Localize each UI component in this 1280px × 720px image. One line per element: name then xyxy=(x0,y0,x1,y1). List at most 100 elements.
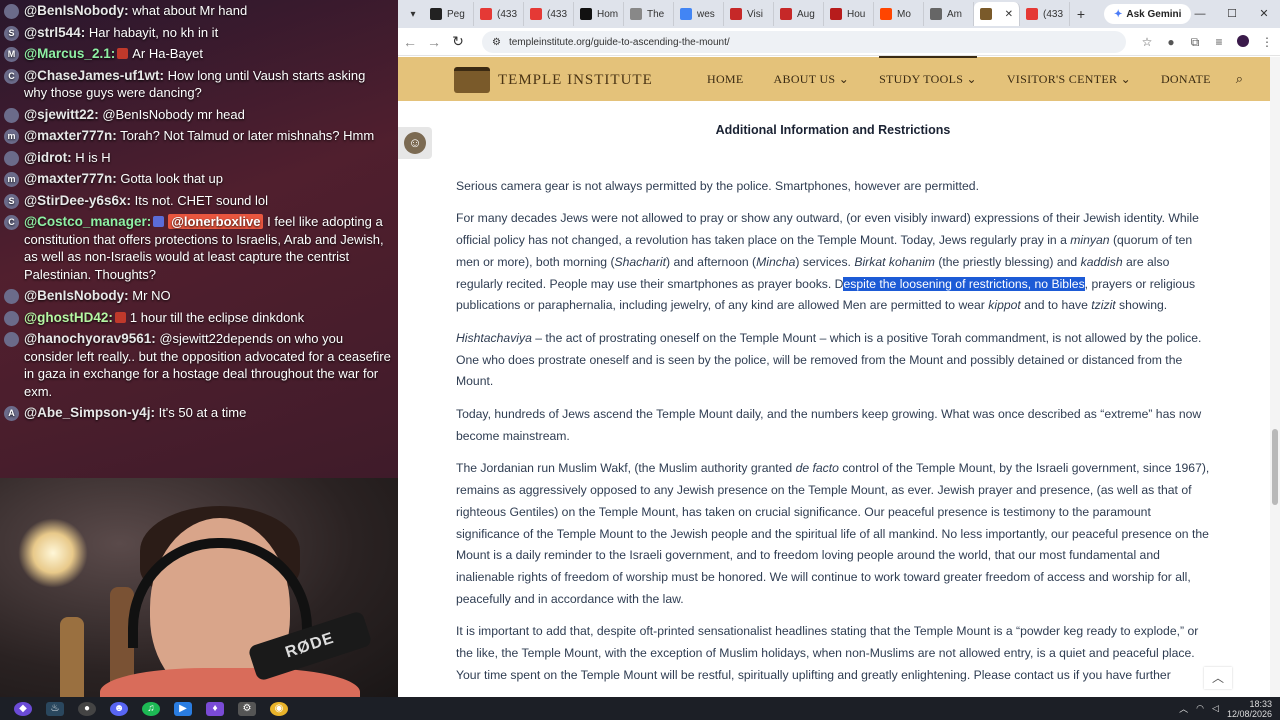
obs-icon[interactable]: ● xyxy=(78,701,96,716)
chat-message: C @Costco_manager: @lonerboxlive I feel li… xyxy=(0,211,398,285)
avatar[interactable]: C xyxy=(4,68,19,84)
browser-tab[interactable]: Peg xyxy=(424,2,474,26)
tab-label: Aug xyxy=(797,8,815,20)
browser-tab[interactable]: The xyxy=(624,2,674,26)
avatar[interactable]: m xyxy=(4,129,19,144)
nav-visitors-center[interactable]: VISITOR'S CENTER ⌄ xyxy=(992,72,1146,87)
minimize-button[interactable]: — xyxy=(1184,0,1216,28)
tab-strip: Peg (433 (433 Hom The wes Visi Aug Hou Mo Am ✕ (433 xyxy=(424,2,1070,26)
nav-study-tools[interactable]: STUDY TOOLS ⌄ xyxy=(864,55,992,87)
maximize-button[interactable]: ☐ xyxy=(1216,0,1248,28)
avatar[interactable] xyxy=(4,332,19,347)
tab-label: Am xyxy=(947,8,962,20)
app-blue-icon[interactable]: ▶ xyxy=(174,701,192,716)
bookmark-star-icon[interactable]: ☆ xyxy=(1140,35,1154,49)
forward-button[interactable]: → xyxy=(422,34,446,50)
chat-username[interactable]: @strl544: xyxy=(24,25,85,40)
scrollbar-thumb[interactable] xyxy=(1272,429,1278,505)
menu-icon[interactable]: ⋮ xyxy=(1260,35,1274,49)
text: if you have further xyxy=(1069,667,1171,682)
scroll-to-top-button[interactable]: ︿ xyxy=(1204,667,1232,689)
discord-icon[interactable]: ☻ xyxy=(110,701,128,716)
browser-tab[interactable]: Mo xyxy=(874,2,924,26)
avatar[interactable] xyxy=(4,289,19,304)
chat-username[interactable]: @sjewitt22: xyxy=(24,107,99,122)
chat-username[interactable]: @maxter777n: xyxy=(24,128,117,143)
chat-message: @hanochyorav9561: @sjewitt22depends on w… xyxy=(0,328,398,402)
close-button[interactable]: ✕ xyxy=(1248,0,1280,28)
browser-tab[interactable]: (433 xyxy=(474,2,524,26)
address-bar[interactable]: ⚙ templeinstitute.org/guide-to-ascending… xyxy=(482,31,1126,53)
nav-home[interactable]: HOME xyxy=(692,72,759,87)
browser-tab[interactable]: ✕ xyxy=(974,2,1020,26)
chat-username[interactable]: @ghostHD42: xyxy=(24,310,113,325)
ask-gemini-button[interactable]: ✦ Ask Gemini xyxy=(1104,4,1192,24)
chat-username[interactable]: @StirDee-y6s6x: xyxy=(24,193,131,208)
browser-tab[interactable]: Aug xyxy=(774,2,824,26)
browser-tab[interactable]: Visi xyxy=(724,2,774,26)
avatar[interactable]: m xyxy=(4,172,19,187)
browser-tab[interactable]: (433 xyxy=(1020,2,1070,26)
site-logo[interactable]: TEMPLE INSTITUTE xyxy=(454,67,653,93)
browser-tab[interactable]: Am xyxy=(924,2,974,26)
term-birkat-kohanim: Birkat kohanim xyxy=(854,254,935,269)
chat-username[interactable]: @hanochyorav9561: xyxy=(24,331,156,346)
youtube-icon xyxy=(530,8,542,20)
steam-icon[interactable]: ♨ xyxy=(46,701,64,716)
chrome-icon[interactable]: ◉ xyxy=(270,701,288,716)
profile-avatar[interactable] xyxy=(1236,34,1250,50)
back-button[interactable]: ← xyxy=(398,34,422,50)
avatar[interactable]: M xyxy=(4,47,19,62)
tray-chevron-icon[interactable]: ︿ xyxy=(1179,702,1188,715)
nav-donate[interactable]: DONATE xyxy=(1146,72,1226,87)
chat-username[interactable]: @BenIsNobody: xyxy=(24,3,129,18)
close-tab-icon[interactable]: ✕ xyxy=(1005,9,1013,20)
app-icon[interactable]: ◆ xyxy=(14,701,32,716)
chat-username[interactable]: @idrot: xyxy=(24,150,72,165)
browser-tab[interactable]: wes xyxy=(674,2,724,26)
extension-icon[interactable]: ● xyxy=(1164,35,1178,49)
wifi-icon[interactable]: ◠ xyxy=(1196,703,1204,714)
chat-username[interactable]: @ChaseJames-uf1wt: xyxy=(24,68,164,83)
chat-text: Har habayit, no kh in it xyxy=(88,24,219,40)
chat-username[interactable]: @Abe_Simpson-y4j: xyxy=(24,405,155,420)
nav-about-us[interactable]: ABOUT US ⌄ xyxy=(759,72,865,87)
media-icon[interactable]: ≡ xyxy=(1212,35,1226,49)
app-purple-icon[interactable]: ♦ xyxy=(206,701,224,716)
avatar[interactable]: C xyxy=(4,215,19,230)
avatar[interactable]: S xyxy=(4,193,19,209)
page-scrollbar[interactable] xyxy=(1270,57,1280,697)
new-tab-button[interactable]: + xyxy=(1070,6,1092,22)
chat-username[interactable]: @Costco_manager: xyxy=(24,214,151,229)
tab-label: Visi xyxy=(747,8,763,20)
spotify-icon[interactable]: ♫ xyxy=(142,701,160,716)
browser-tab[interactable]: (433 xyxy=(524,2,574,26)
avatar[interactable]: A xyxy=(4,406,19,421)
clock[interactable]: 18:33 12/08/2026 xyxy=(1227,699,1272,719)
accessibility-button[interactable]: ☺ xyxy=(398,127,432,159)
avatar[interactable] xyxy=(4,310,19,326)
chat-username[interactable]: @BenIsNobody: xyxy=(24,288,129,303)
chat-message: C @ChaseJames-uf1wt: How long until Vaush… xyxy=(0,65,398,104)
chat-username[interactable]: @maxter777n: xyxy=(24,171,117,186)
app-gear-icon[interactable]: ⚙ xyxy=(238,701,256,716)
nav-study-tools-label: STUDY TOOLS xyxy=(879,71,964,86)
contact-us-link[interactable]: contact us xyxy=(1014,668,1070,682)
avatar[interactable]: S xyxy=(4,25,19,41)
avatar[interactable] xyxy=(4,4,19,19)
browser-tab[interactable]: Hom xyxy=(574,2,624,26)
reload-button[interactable]: ↻ xyxy=(446,33,470,50)
selected-text[interactable]: espite the loosening of restrictions, no… xyxy=(843,276,1085,291)
nyt-icon xyxy=(430,8,442,20)
chat-username[interactable]: @Marcus_2.1: xyxy=(24,46,115,61)
volume-icon[interactable]: ◁ xyxy=(1212,703,1219,714)
search-icon[interactable]: ⌕ xyxy=(1226,71,1243,87)
x-icon xyxy=(580,8,592,20)
tab-search-icon[interactable]: ▾ xyxy=(402,9,424,20)
browser-tab[interactable]: Hou xyxy=(824,2,874,26)
site-info-icon[interactable]: ⚙ xyxy=(492,37,501,48)
avatar[interactable] xyxy=(4,107,19,123)
avatar[interactable] xyxy=(4,150,19,166)
nav-about-us-label: ABOUT US xyxy=(773,71,836,86)
puzzle-icon[interactable]: ⧉ xyxy=(1188,35,1202,50)
